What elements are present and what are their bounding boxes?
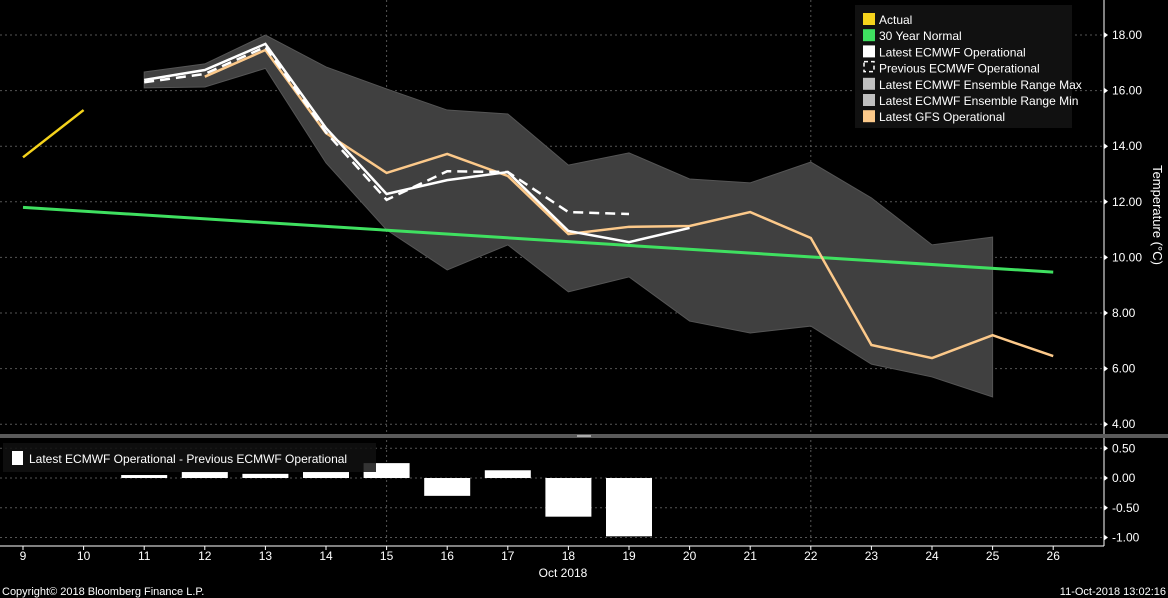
x-tick-label: 23 (865, 549, 879, 563)
y-tick (1104, 421, 1108, 428)
diff-bar (606, 478, 652, 537)
legend-swatch (863, 110, 875, 123)
y-tick (1104, 365, 1108, 372)
diff-bar (181, 472, 228, 478)
bloomberg-weather-chart: 18.00 16.00 14.00 12.00 10.00 8.00 6.00 4.00 0.5… (0, 0, 1168, 598)
legend-label: Latest ECMWF Ensemble Range Min (879, 94, 1078, 108)
diff-bar (242, 473, 289, 478)
x-tick-label: 10 (77, 549, 91, 563)
y-tick (1104, 310, 1108, 316)
legend-label: Latest GFS Operational (879, 110, 1005, 124)
y-tick (1104, 475, 1108, 481)
legend-swatch (12, 451, 23, 465)
y-tick-label: 14.00 (1112, 139, 1142, 153)
y-tick-label: 8.00 (1112, 306, 1136, 320)
y-axis-title: Temperature (°C) (1150, 165, 1165, 265)
x-tick-label: 24 (925, 549, 939, 563)
legend-label: Latest ECMWF Operational (879, 45, 1026, 59)
y-tick (1104, 143, 1108, 150)
legend-swatch (863, 94, 875, 106)
x-tick-label: 15 (380, 549, 394, 563)
series-line-actual (22, 109, 85, 159)
x-tick-label: 12 (198, 549, 212, 563)
y-tick-label: -1.00 (1112, 531, 1140, 545)
y-tick (1104, 445, 1108, 452)
x-tick-label: 17 (501, 549, 515, 563)
legend-swatch (863, 13, 875, 25)
x-tick-label: 18 (562, 549, 576, 563)
legend-label: Actual (879, 13, 912, 27)
y-tick-label: 18.00 (1112, 28, 1142, 42)
x-tick-label: 21 (744, 549, 758, 563)
legend-label: Previous ECMWF Operational (879, 62, 1040, 76)
x-tick-label: 16 (441, 549, 455, 563)
legend-label: 30 Year Normal (879, 29, 962, 43)
x-tick-label: 20 (683, 549, 697, 563)
y-tick (1104, 504, 1108, 511)
y-tick-label: 0.00 (1112, 471, 1136, 485)
y-tick-label: 6.00 (1112, 362, 1136, 376)
y-tick-label: 4.00 (1112, 417, 1136, 431)
x-tick-label: 22 (804, 549, 818, 563)
divider-handle[interactable] (577, 435, 591, 437)
legend-swatch (863, 29, 875, 42)
x-tick-label: 13 (259, 549, 273, 563)
y-tick (1104, 254, 1108, 261)
y-tick-label: 0.50 (1112, 441, 1136, 455)
diff-bar (424, 478, 471, 496)
diff-bar (545, 478, 592, 517)
y-tick (1104, 534, 1108, 541)
diff-bar (121, 475, 168, 478)
legend-label: Latest ECMWF Ensemble Range Max (879, 78, 1082, 92)
y-tick-label: 10.00 (1112, 250, 1142, 264)
y-tick (1104, 87, 1108, 94)
y-tick-label: 16.00 (1112, 84, 1142, 98)
y-tick (1104, 32, 1108, 38)
x-axis-label: Oct 2018 (539, 566, 588, 580)
y-tick (1104, 198, 1108, 205)
x-tick-label: 11 (138, 549, 151, 563)
x-tick-label: 14 (319, 549, 333, 563)
legend-label: Latest ECMWF Operational - Previous ECMW… (29, 452, 347, 466)
copyright: Copyright© 2018 Bloomberg Finance L.P. (2, 586, 204, 598)
diff-bar (303, 472, 349, 478)
diff-bar (484, 470, 531, 478)
x-tick-label: 19 (622, 549, 636, 563)
y-tick-label: -0.50 (1112, 501, 1140, 515)
x-tick-label: 9 (20, 549, 27, 563)
timestamp: 11-Oct-2018 13:02:16 (1060, 586, 1166, 598)
y-tick-label: 12.00 (1112, 195, 1142, 209)
x-tick-label: 26 (1047, 549, 1061, 563)
legend-swatch (863, 77, 875, 90)
x-tick-label: 25 (986, 549, 1000, 563)
legend-swatch (863, 45, 875, 58)
